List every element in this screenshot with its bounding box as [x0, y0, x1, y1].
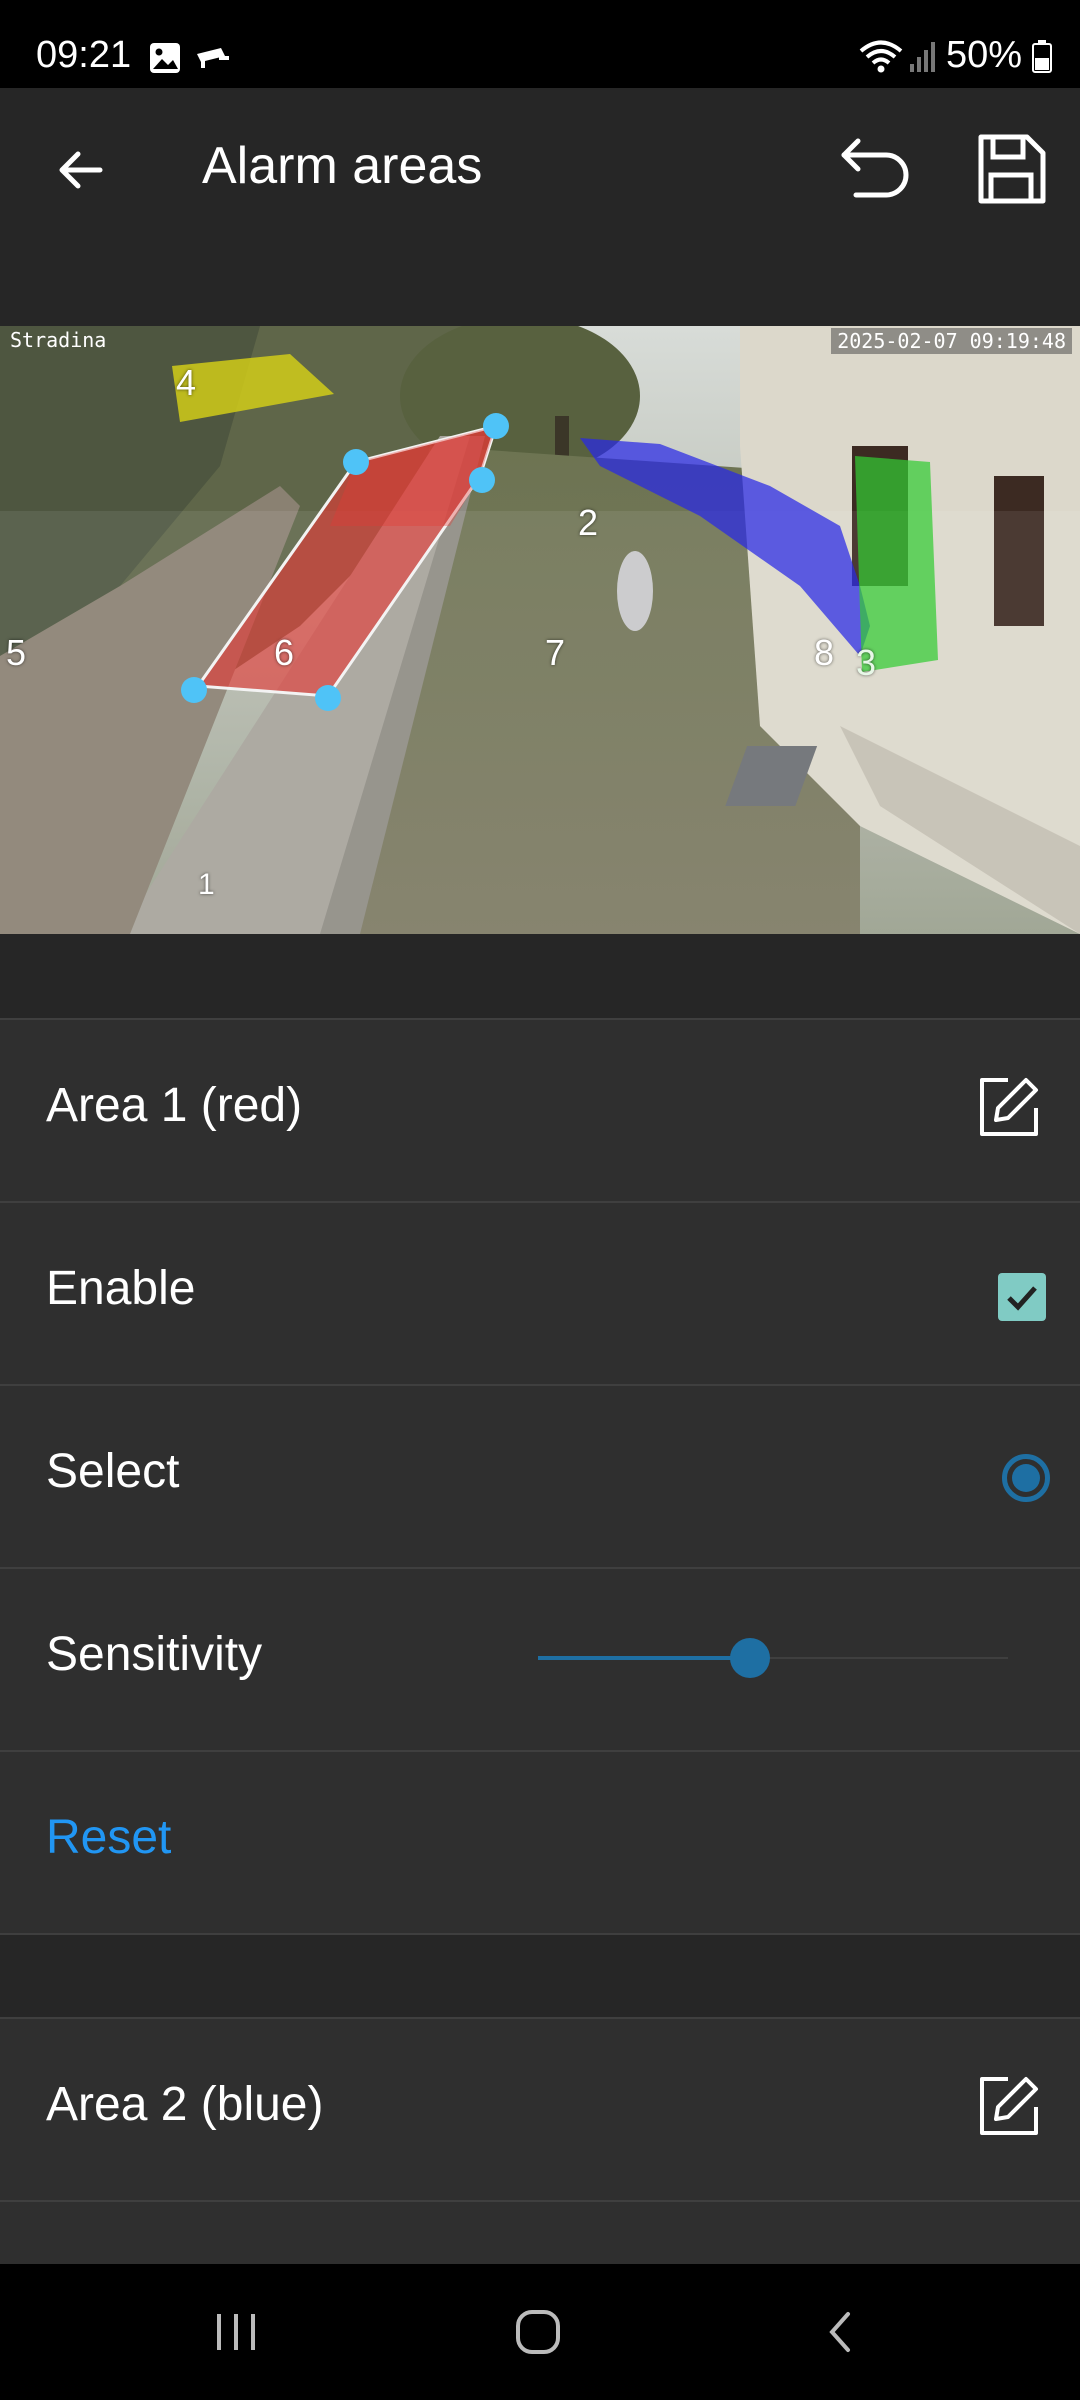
cctv-icon	[195, 44, 231, 75]
status-bar: 09:21 50%	[0, 0, 1080, 88]
home-icon[interactable]	[498, 2294, 578, 2370]
zone-label-6: 6	[274, 632, 295, 673]
area-handle[interactable]	[315, 685, 341, 711]
back-arrow-icon[interactable]	[40, 130, 120, 210]
select-label: Select	[46, 1445, 180, 1498]
camera-name: Stradina	[10, 328, 107, 352]
undo-icon[interactable]	[830, 124, 920, 214]
edit-icon[interactable]	[974, 1072, 1044, 1142]
area-handle[interactable]	[483, 413, 509, 439]
back-nav-icon[interactable]	[800, 2294, 880, 2370]
battery-percent: 50%	[945, 34, 1022, 76]
zone-label-3: 3	[856, 642, 877, 683]
area2-next-row	[0, 2200, 1080, 2266]
section-gap	[0, 934, 1080, 1018]
area2-title: Area 2 (blue)	[46, 2078, 324, 2131]
edit-icon[interactable]	[974, 2071, 1044, 2141]
radio-dot	[1012, 1464, 1040, 1492]
area-handle[interactable]	[469, 467, 495, 493]
sensitivity-row: Sensitivity	[0, 1567, 1080, 1751]
zone-label-4: 4	[176, 362, 197, 403]
area-handle[interactable]	[343, 449, 369, 475]
enable-row[interactable]: Enable	[0, 1201, 1080, 1385]
recents-icon[interactable]	[196, 2294, 276, 2370]
enable-label: Enable	[46, 1262, 196, 1315]
camera-timestamp: 2025-02-07 09:19:48	[831, 328, 1072, 354]
zone-label-1: 1	[198, 868, 215, 901]
reset-link[interactable]: Reset	[46, 1810, 171, 1865]
area1-title: Area 1 (red)	[46, 1079, 303, 1132]
wifi-icon	[859, 40, 903, 72]
checkmark-icon	[1007, 1286, 1037, 1311]
signal-icon	[909, 41, 935, 72]
app-bar: Alarm areas	[0, 88, 1080, 328]
zone-label-7: 7	[545, 632, 566, 673]
select-radio[interactable]	[1002, 1454, 1050, 1502]
battery-icon	[1032, 39, 1052, 73]
enable-checkbox[interactable]	[998, 1273, 1046, 1321]
area-handle[interactable]	[181, 677, 207, 703]
section-gap	[0, 1933, 1080, 2019]
save-icon[interactable]	[966, 124, 1056, 214]
sensitivity-slider[interactable]	[538, 1633, 1008, 1683]
zone-label-2: 2	[578, 502, 599, 543]
select-row[interactable]: Select	[0, 1384, 1080, 1568]
status-icons-right: 50%	[858, 34, 1052, 77]
slider-fill	[538, 1656, 750, 1660]
system-nav-bar	[0, 2264, 1080, 2400]
zone-label-8: 8	[814, 632, 835, 673]
status-time: 09:21	[36, 34, 132, 76]
camera-scene	[0, 326, 1080, 934]
camera-preview[interactable]: Stradina 2025-02-07 09:19:48 4 2 5 6 7 8…	[0, 326, 1080, 934]
area2-header-row[interactable]: Area 2 (blue)	[0, 2017, 1080, 2201]
area1-header-row[interactable]: Area 1 (red)	[0, 1018, 1080, 1202]
zone-label-5: 5	[6, 632, 27, 673]
slider-thumb[interactable]	[729, 1638, 770, 1678]
page-title: Alarm areas	[202, 137, 483, 195]
reset-row[interactable]: Reset	[0, 1750, 1080, 1934]
sensitivity-label: Sensitivity	[46, 1628, 263, 1681]
